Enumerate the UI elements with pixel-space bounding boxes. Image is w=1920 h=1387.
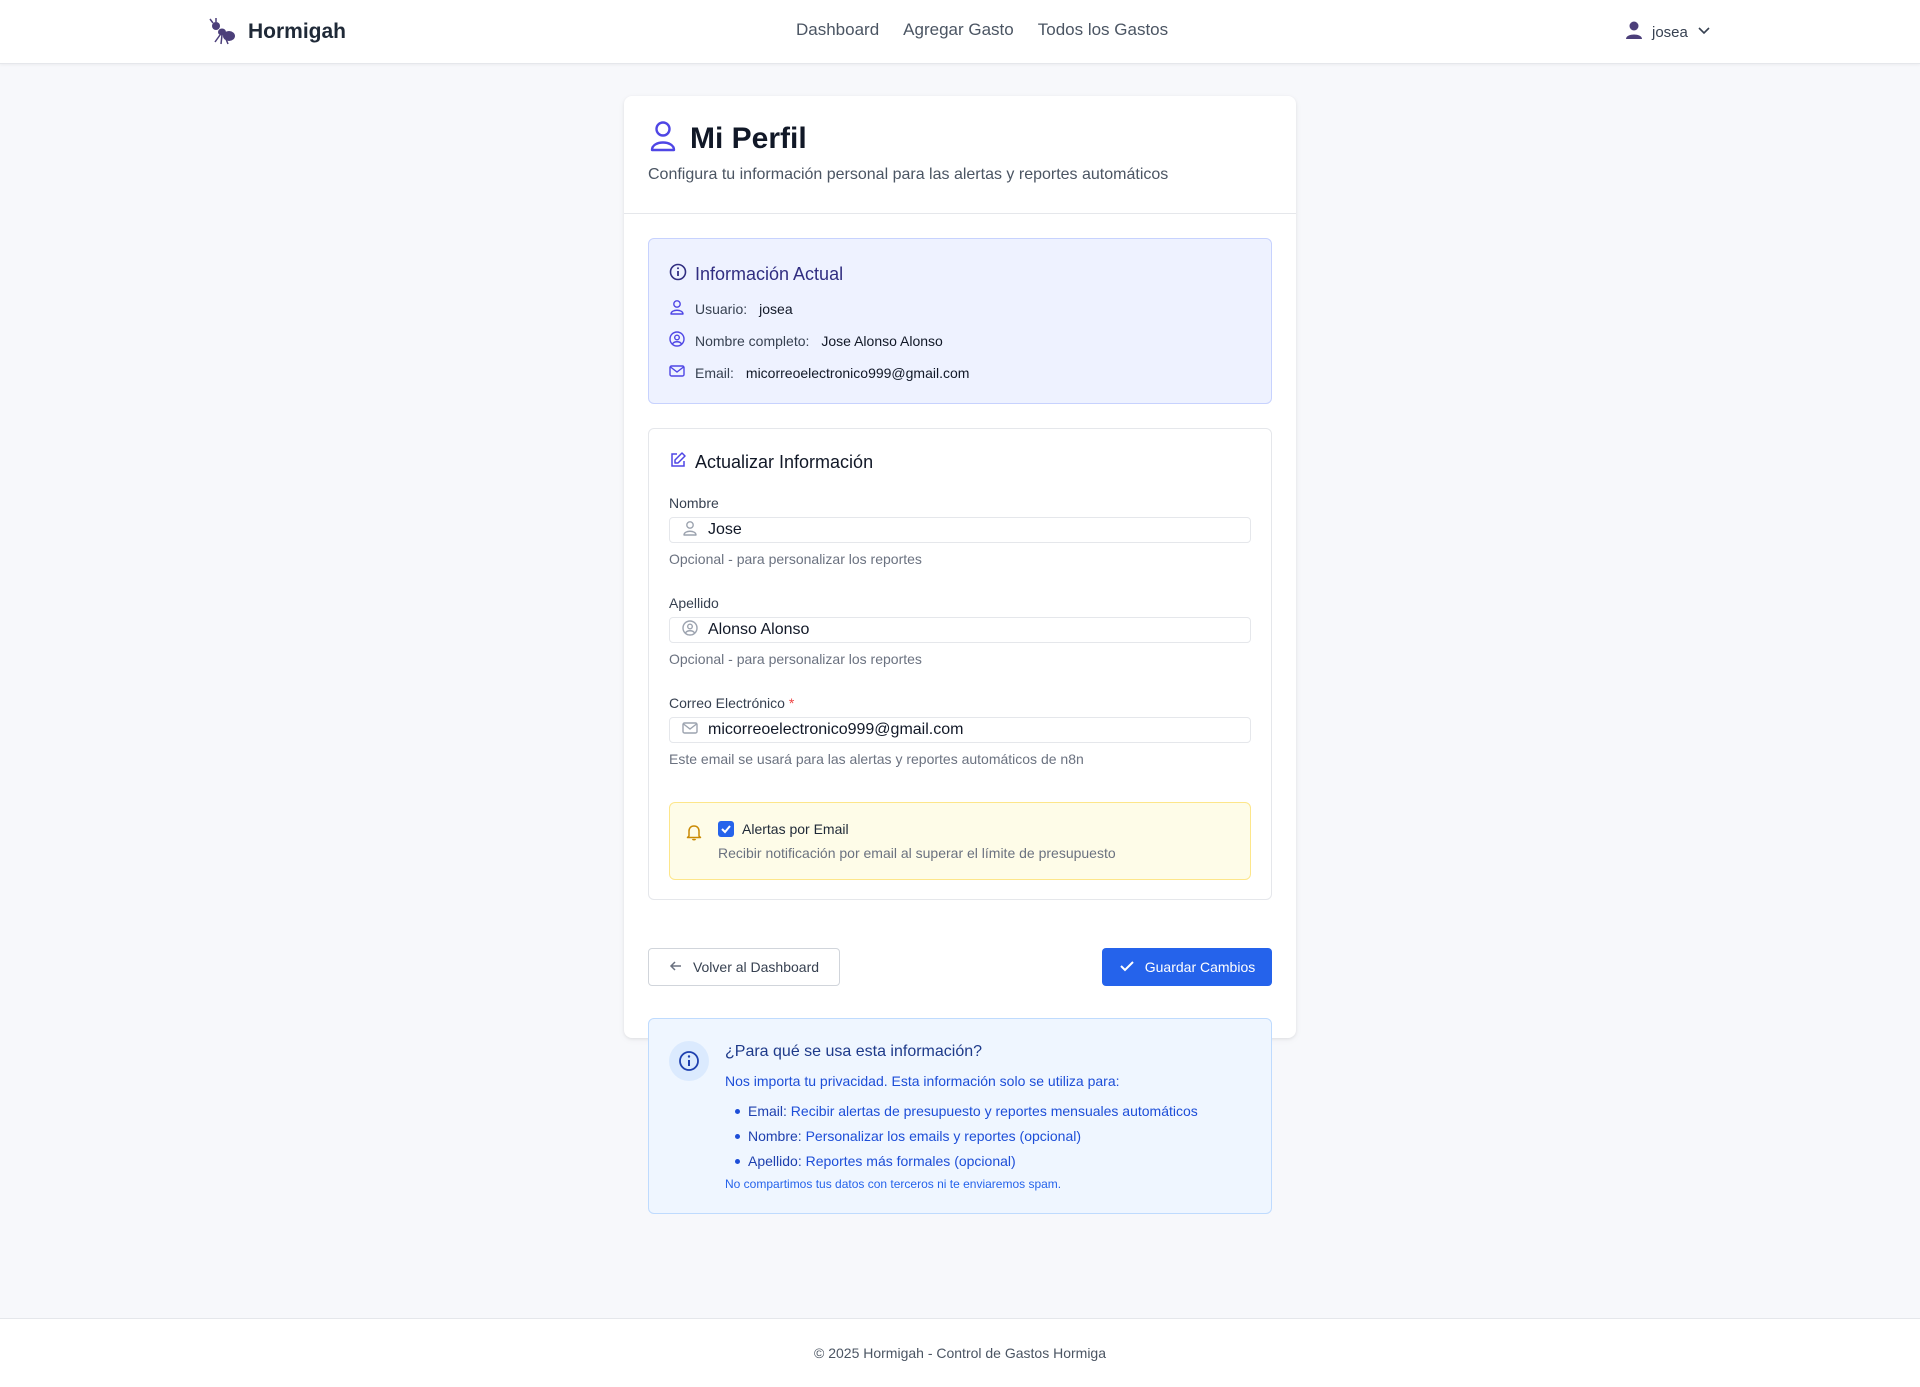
apellido-help: Opcional - para personalizar los reporte… xyxy=(669,651,922,667)
current-info-title: Información Actual xyxy=(695,264,844,284)
page-title: Mi Perfil xyxy=(690,121,807,155)
user-icon xyxy=(648,120,678,157)
update-info-title: Actualizar Información xyxy=(695,452,874,472)
brand[interactable]: Hormigah xyxy=(208,18,346,46)
navbar: Hormigah Dashboard Agregar Gasto Todos l… xyxy=(0,0,1920,64)
footer-text: © 2025 Hormigah - Control de Gastos Horm… xyxy=(814,1345,1106,1361)
chevron-down-icon xyxy=(1696,22,1712,43)
arrow-left-icon xyxy=(669,959,683,976)
mail-icon xyxy=(669,363,685,382)
privacy-footnote: No compartimos tus datos con terceros ni… xyxy=(725,1177,1062,1191)
user-circle-icon xyxy=(682,619,698,641)
update-info-panel: Actualizar Información Nombre Opcional -… xyxy=(648,428,1272,900)
nav-todos-los-gastos[interactable]: Todos los Gastos xyxy=(1038,20,1168,40)
ant-logo-icon xyxy=(208,18,238,46)
privacy-info-panel: ¿Para qué se usa esta información? Nos i… xyxy=(648,1018,1272,1214)
page-title-row: Mi Perfil xyxy=(648,120,807,157)
check-icon xyxy=(1119,958,1135,977)
email-alerts-checkbox[interactable] xyxy=(718,821,734,837)
email-alerts-description: Recibir notificación por email al supera… xyxy=(718,845,1116,861)
email-field[interactable] xyxy=(669,717,1251,743)
current-info-header: Información Actual xyxy=(669,263,843,286)
user-avatar-icon xyxy=(1624,20,1644,45)
privacy-text: Personalizar los emails y reportes (opci… xyxy=(805,1128,1082,1144)
privacy-text: Reportes más formales (opcional) xyxy=(805,1153,1016,1169)
email-input[interactable] xyxy=(708,721,1228,739)
info-value: josea xyxy=(759,300,793,317)
apellido-label: Apellido xyxy=(669,595,719,611)
info-label: Email: xyxy=(695,364,734,381)
privacy-list: Email: Recibir alertas de presupuesto y … xyxy=(735,1099,1198,1174)
save-changes-button[interactable]: Guardar Cambios xyxy=(1102,948,1272,986)
email-alerts-label[interactable]: Alertas por Email xyxy=(742,821,849,837)
privacy-intro: Nos importa tu privacidad. Esta informac… xyxy=(725,1073,1120,1089)
info-circle-icon xyxy=(669,1041,709,1081)
user-circle-icon xyxy=(669,331,685,350)
user-name: josea xyxy=(1652,24,1688,41)
info-row-usuario: Usuario: josea xyxy=(669,299,793,318)
save-button-label: Guardar Cambios xyxy=(1144,959,1256,975)
nombre-input[interactable] xyxy=(708,521,1228,539)
info-label: Nombre completo: xyxy=(695,332,810,349)
footer: © 2025 Hormigah - Control de Gastos Horm… xyxy=(0,1318,1920,1387)
privacy-term: Email: xyxy=(748,1103,787,1119)
bell-icon xyxy=(686,823,702,846)
email-alerts-box: Alertas por Email Recibir notificación p… xyxy=(669,802,1251,880)
info-value: micorreoelectronico999@gmail.com xyxy=(745,364,970,381)
nombre-field[interactable] xyxy=(669,517,1251,543)
info-row-nombre-completo: Nombre completo: Jose Alonso Alonso xyxy=(669,331,943,350)
privacy-term: Apellido: xyxy=(748,1153,802,1169)
current-info-panel: Información Actual Usuario: josea Nombre… xyxy=(648,238,1272,404)
nav-dashboard[interactable]: Dashboard xyxy=(796,20,879,40)
info-value: Jose Alonso Alonso xyxy=(821,332,943,349)
brand-name: Hormigah xyxy=(248,20,347,43)
privacy-title: ¿Para qué se usa esta información? xyxy=(725,1043,983,1060)
info-circle-icon xyxy=(669,263,687,286)
info-label: Usuario: xyxy=(695,300,748,317)
email-help: Este email se usará para las alertas y r… xyxy=(669,751,1084,767)
list-item: Nombre: Personalizar los emails y report… xyxy=(735,1124,1198,1149)
profile-card: Mi Perfil Configura tu información perso… xyxy=(624,96,1296,1214)
list-item: Apellido: Reportes más formales (opciona… xyxy=(735,1149,1198,1174)
email-label: Correo Electrónico * xyxy=(669,695,794,711)
list-item: Email: Recibir alertas de presupuesto y … xyxy=(735,1099,1198,1124)
email-label-text: Correo Electrónico xyxy=(669,695,785,711)
nav-agregar-gasto[interactable]: Agregar Gasto xyxy=(903,20,1014,40)
privacy-text: Recibir alertas de presupuesto y reporte… xyxy=(790,1103,1198,1119)
card-header: Mi Perfil Configura tu información perso… xyxy=(624,96,1296,214)
nombre-label: Nombre xyxy=(669,495,719,511)
apellido-field[interactable] xyxy=(669,617,1251,643)
user-menu[interactable]: josea xyxy=(1624,20,1712,45)
back-to-dashboard-button[interactable]: Volver al Dashboard xyxy=(648,948,840,986)
page-subtitle: Configura tu información personal para l… xyxy=(648,166,1169,183)
nav-links: Dashboard Agregar Gasto Todos los Gastos xyxy=(796,20,1168,40)
nombre-help: Opcional - para personalizar los reporte… xyxy=(669,551,922,567)
mail-icon xyxy=(682,720,698,741)
user-icon xyxy=(682,520,698,541)
update-info-header: Actualizar Información xyxy=(669,451,873,474)
user-icon xyxy=(669,299,685,318)
required-mark: * xyxy=(788,695,795,711)
apellido-input[interactable] xyxy=(708,621,1228,639)
privacy-term: Nombre: xyxy=(748,1128,802,1144)
edit-icon xyxy=(669,451,687,474)
info-row-email: Email: micorreoelectronico999@gmail.com xyxy=(669,363,969,382)
back-button-label: Volver al Dashboard xyxy=(692,959,820,975)
